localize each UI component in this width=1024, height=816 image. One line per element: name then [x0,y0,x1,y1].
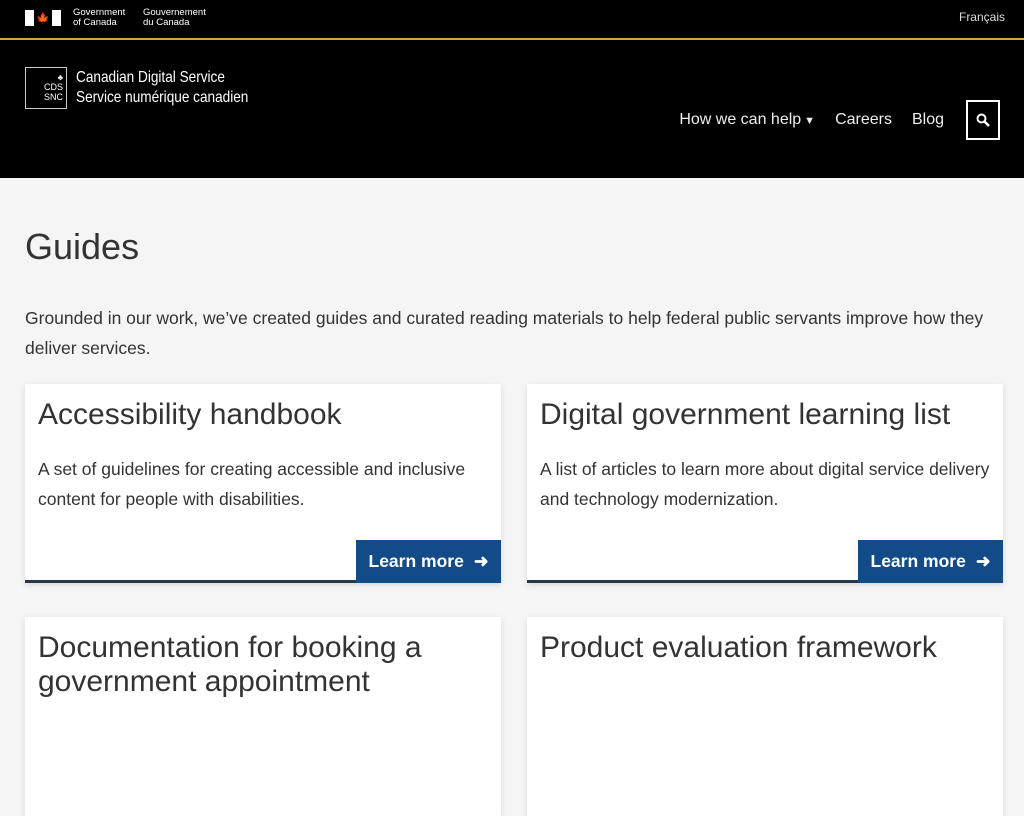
caret-down-icon: ▼ [804,115,816,127]
language-toggle-link[interactable]: Français [959,10,1005,24]
search-icon [976,113,990,127]
learn-more-label: Learn more [368,551,464,571]
government-of-canada-fr: Gouvernement du Canada [143,8,206,28]
card-description: A set of guidelines for creating accessi… [38,459,466,509]
federal-identity-bar: 🍁 Government of Canada Gouvernement du C… [0,0,1024,40]
gov-en-line2: of Canada [73,17,117,28]
intro-text: Grounded in our work, we’ve created guid… [25,308,984,358]
card-title: Documentation for booking a government a… [38,631,422,698]
cds-name-en: Canadian Digital Service [76,69,225,86]
guide-card: Documentation for booking a government a… [25,617,501,816]
learn-more-button[interactable]: Learn more ➜ [858,540,1003,583]
logo-line1: CDS [43,82,63,92]
logo-line2: SNC [43,92,63,102]
nav-careers[interactable]: Careers [835,111,892,129]
arrow-right-icon: ➜ [473,551,489,571]
cds-name-fr: Service numérique canadien [76,89,249,106]
guide-card: Accessibility handbook A set of guidelin… [25,384,501,583]
gov-fr-line2: du Canada [143,17,190,28]
government-of-canada-en: Government of Canada [73,8,125,28]
guide-card: Product evaluation framework [527,617,1003,816]
maple-leaf-icon: ♣ [57,73,63,82]
guides-grid: Accessibility handbook A set of guidelin… [25,384,1003,816]
card-title: Accessibility handbook [38,398,342,431]
arrow-right-icon: ➜ [975,551,991,571]
card-title: Digital government learning list [540,398,951,431]
card-description: A list of articles to learn more about d… [540,459,990,509]
site-header: ♣ CDS SNC Canadian Digital Service Servi… [0,40,1024,178]
cds-logo[interactable]: ♣ CDS SNC [25,67,67,109]
learn-more-button[interactable]: Learn more ➜ [356,540,501,583]
main-content: Guides Grounded in our work, we’ve creat… [0,226,1024,816]
card-title: Product evaluation framework [540,631,937,664]
guide-card: Digital government learning list A list … [527,384,1003,583]
main-nav: How we can help ▼ Careers Blog [679,100,1000,140]
page-title: Guides [25,226,140,267]
nav-label: How we can help [679,111,802,128]
canada-flag-icon: 🍁 [25,10,61,26]
nav-how-we-can-help[interactable]: How we can help ▼ [679,111,815,129]
learn-more-label: Learn more [870,551,966,571]
nav-blog[interactable]: Blog [912,111,944,129]
cds-wordmark[interactable]: Canadian Digital Service Service numériq… [76,68,248,108]
search-button[interactable] [966,100,1000,140]
